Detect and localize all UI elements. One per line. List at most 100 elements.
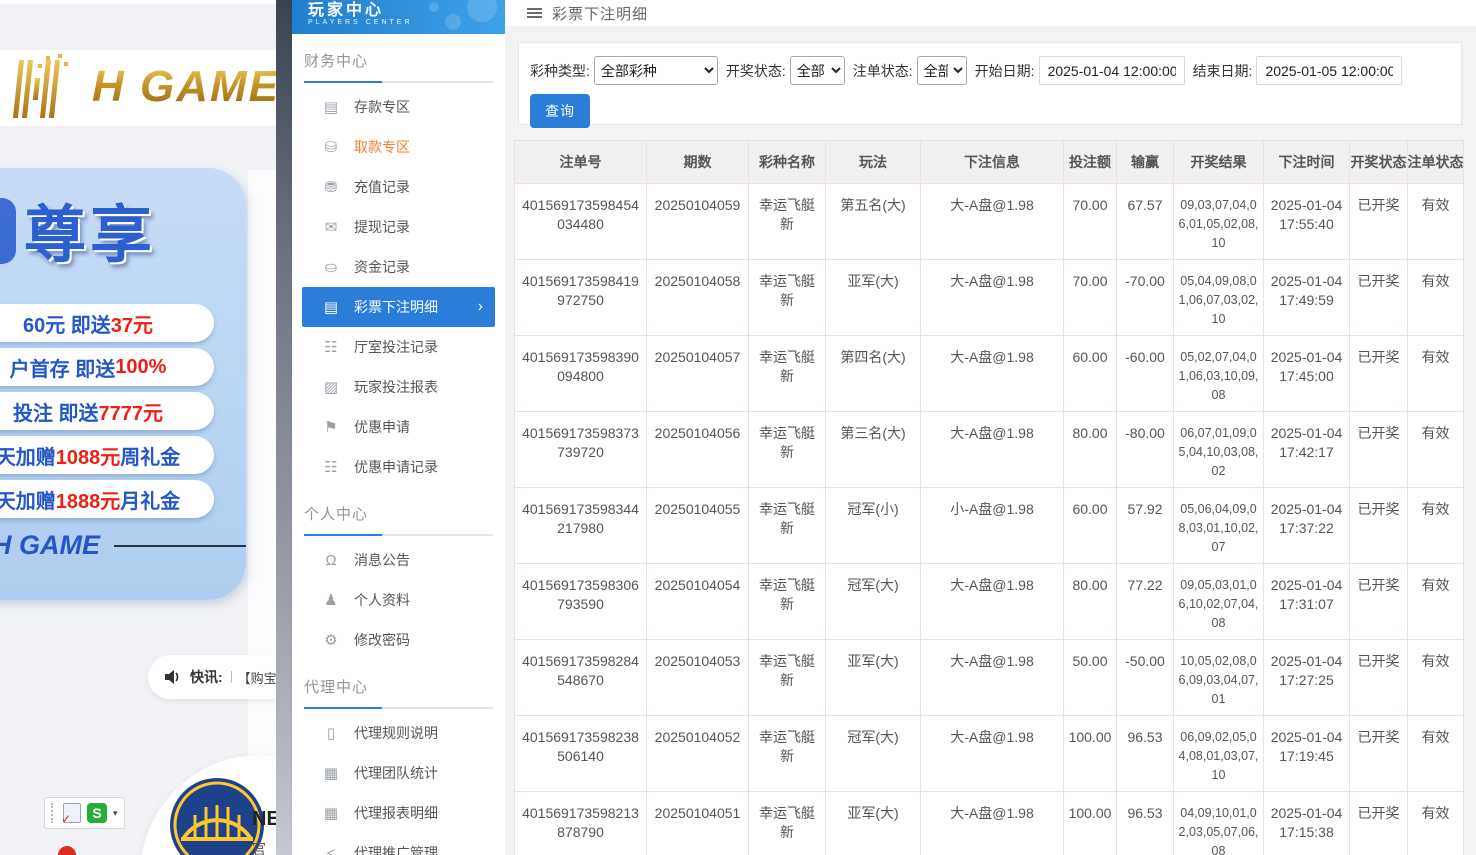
end-date-input[interactable] (1256, 56, 1402, 85)
promo-banner[interactable]: 尊享 60元 即送37元户首存 即送100%投注 即送7777元天加赠1088元… (0, 168, 246, 600)
news-ticker[interactable]: 快讯: 【购宝 (148, 655, 276, 699)
sidebar-item[interactable]: ▤彩票下注明细› (302, 287, 495, 327)
sidebar-item-label: 修改密码 (354, 630, 410, 650)
sidebar-item-label: 厅室投注记录 (354, 337, 438, 357)
promo-pill-text: 天加赠 (0, 485, 56, 514)
column-header-play-type: 玩法 (826, 141, 921, 183)
top-strip (0, 0, 276, 4)
cell-draw-result: 06,07,01,09,05,04,10,03,08,02 (1174, 412, 1264, 487)
column-header-order-no: 注单号 (515, 141, 647, 183)
promo-pill: 户首存 即送100% (0, 348, 214, 386)
sidebar-item[interactable]: ⚙修改密码 (292, 620, 505, 660)
cell-draw-result: 04,09,10,01,02,03,05,07,06,08 (1174, 792, 1264, 855)
chip-dropdown-arrow-icon[interactable]: ▾ (113, 808, 118, 819)
cell-bet-amount: 70.00 (1064, 184, 1117, 259)
cell-play-type: 亚军(大) (826, 260, 921, 335)
sidebar-item[interactable]: ✉提现记录 (292, 207, 505, 247)
table-row: 40156917359830679359020250104054幸运飞艇新冠军(… (515, 563, 1463, 639)
cell-play-type: 第三名(大) (826, 412, 921, 487)
cell-order-status: 有效 (1408, 792, 1463, 855)
lottery-bet-detail-icon: ▤ (322, 298, 340, 316)
team-text-line2: 官 (252, 839, 276, 855)
cell-draw-status: 已开奖 (1350, 640, 1408, 715)
ticker-label: 快讯: (190, 667, 223, 687)
bet-detail-table: 注单号期数彩种名称玩法下注信息投注额输赢开奖结果下注时间开奖状态注单状态 401… (514, 140, 1464, 855)
sidebar-item[interactable]: <代理推广管理 (292, 833, 505, 855)
column-header-win-loss: 输赢 (1117, 141, 1174, 183)
bet-table-body: 40156917359845403448020250104059幸运飞艇新第五名… (515, 183, 1463, 855)
promo-pill-text: 户首存 即送 (10, 353, 116, 382)
hall-bet-record-icon: ☷ (322, 338, 340, 356)
cell-bet-amount: 80.00 (1064, 564, 1117, 639)
sidebar-item[interactable]: ▦代理团队统计 (292, 753, 505, 793)
sidebar-edge-shadow (276, 0, 292, 855)
cell-period: 20250104058 (647, 260, 749, 335)
cell-period: 20250104059 (647, 184, 749, 259)
withdrawal-record-icon: ✉ (322, 218, 340, 236)
cell-bet-time: 2025-01-04 17:42:17 (1264, 412, 1350, 487)
player-bet-report-icon: ▨ (322, 378, 340, 396)
agent-report-detail-icon: ▦ (322, 804, 340, 822)
draw-status-select[interactable]: 全部 (790, 56, 845, 85)
table-row: 40156917359821387879020250104051幸运飞艇新亚军(… (515, 791, 1463, 855)
sidebar-item-label: 资金记录 (354, 257, 410, 277)
filter-panel: 彩种类型: 全部彩种 开奖状态: 全部 注单状态: 全部 开始日期: 结束日期 (518, 42, 1462, 125)
start-date-input[interactable] (1039, 56, 1185, 85)
cell-play-type: 亚军(大) (826, 792, 921, 855)
sidebar-item[interactable]: ▯代理规则说明 (292, 713, 505, 753)
cell-bet-info: 小-A盘@1.98 (921, 488, 1064, 563)
sidebar-item[interactable]: ⚑优惠申请 (292, 407, 505, 447)
cell-bet-amount: 100.00 (1064, 716, 1117, 791)
promo-pill-text: 1888元 (56, 485, 121, 514)
cell-play-type: 第五名(大) (826, 184, 921, 259)
sidebar-item[interactable]: ⛃充值记录 (292, 167, 505, 207)
s-extension-icon[interactable]: S (87, 803, 107, 823)
query-button[interactable]: 查询 (530, 94, 590, 128)
sidebar-item-label: 充值记录 (354, 177, 410, 197)
sidebar-item[interactable]: ☷优惠申请记录 (292, 447, 505, 487)
cell-win-loss: 57.92 (1117, 488, 1174, 563)
cell-order-no: 401569173598238506140 (515, 716, 647, 791)
sidebar-item-label: 代理推广管理 (354, 843, 438, 855)
promo-pill-text: 37元 (111, 309, 153, 338)
table-header-row: 注单号期数彩种名称玩法下注信息投注额输赢开奖结果下注时间开奖状态注单状态 (515, 141, 1463, 183)
sidebar-item[interactable]: ▨ 玩家投注报表 (292, 367, 505, 407)
browser-extension-chip[interactable]: S ▾ (44, 797, 125, 829)
order-status-select[interactable]: 全部 (917, 56, 967, 85)
hamburger-menu-icon[interactable] (527, 6, 542, 20)
sidebar-item-label: 玩家投注报表 (354, 377, 438, 397)
sidebar-item[interactable]: ♟个人资料 (292, 580, 505, 620)
promo-brand-dash (114, 545, 246, 547)
sidebar-item[interactable]: ⛁取款专区 (292, 127, 505, 167)
sidebar-header: 玩家中心 PLAYERS CENTER (292, 0, 505, 34)
promo-pill-text: 月礼金 (120, 485, 180, 514)
cell-order-status: 有效 (1408, 260, 1463, 335)
funds-record-icon: ⛀ (322, 258, 340, 276)
sidebar-item[interactable]: ▦代理报表明细 (292, 793, 505, 833)
cell-win-loss: 96.53 (1117, 792, 1174, 855)
promo-brand: H GAME (0, 530, 246, 561)
cell-bet-time: 2025-01-04 17:55:40 (1264, 184, 1350, 259)
drag-handle-icon[interactable] (51, 803, 57, 823)
notes-extension-icon[interactable] (63, 803, 81, 823)
team-text-line1: NE (252, 808, 276, 831)
promo-pill-text: 1088元 (56, 441, 121, 470)
promo-apply-icon: ⚑ (322, 418, 340, 436)
cell-bet-info: 大-A盘@1.98 (921, 640, 1064, 715)
filter-row: 彩种类型: 全部彩种 开奖状态: 全部 注单状态: 全部 开始日期: 结束日期 (530, 56, 1461, 85)
cell-play-type: 第四名(大) (826, 336, 921, 411)
section-underline (304, 707, 493, 709)
cell-bet-amount: 60.00 (1064, 336, 1117, 411)
lottery-type-select[interactable]: 全部彩种 (594, 56, 718, 85)
logo-stripes (16, 60, 86, 118)
sidebar-item[interactable]: ▤存款专区 (292, 87, 505, 127)
cell-bet-info: 大-A盘@1.98 (921, 412, 1064, 487)
cell-draw-result: 05,02,07,04,01,06,03,10,09,08 (1174, 336, 1264, 411)
promo-pill: 60元 即送37元 (0, 304, 214, 342)
cell-order-no: 401569173598284548670 (515, 640, 647, 715)
sidebar-item[interactable]: Ω消息公告 (292, 540, 505, 580)
sidebar-item[interactable]: ⛀ 资金记录 (292, 247, 505, 287)
player-center-sidebar: 玩家中心 PLAYERS CENTER 财务中心▤存款专区⛁取款专区⛃充值记录✉… (292, 0, 505, 855)
promo-pill-text: 7777元 (99, 397, 164, 426)
sidebar-item[interactable]: ☷ 厅室投注记录 (292, 327, 505, 367)
